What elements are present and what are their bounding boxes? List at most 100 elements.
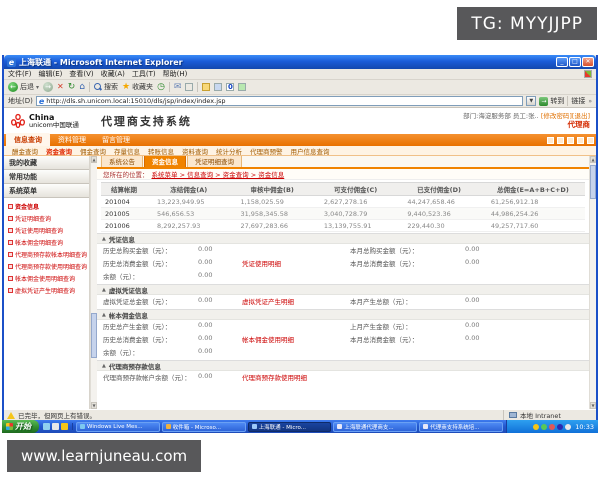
submenu-item[interactable]: 转账信息 xyxy=(148,146,174,156)
home-button[interactable]: ⌂ xyxy=(79,82,85,92)
voucher-usage-detail-link[interactable]: 凭证使用明细 xyxy=(242,258,350,268)
app-icon xyxy=(80,424,85,429)
tab-message-manage[interactable]: 留言管理 xyxy=(94,133,138,146)
minimize-button[interactable]: _ xyxy=(556,57,568,67)
user-links[interactable]: [修改密码][退出] xyxy=(541,112,590,120)
stop-button[interactable]: ✕ xyxy=(57,82,64,92)
section-header[interactable]: ▲ 代理商预存款信息 xyxy=(97,360,589,371)
history-button[interactable]: ◷ xyxy=(157,82,165,92)
quick-launch-icon[interactable] xyxy=(52,423,59,430)
nav-icon-button[interactable] xyxy=(577,137,584,144)
close-button[interactable]: ✕ xyxy=(582,57,594,67)
edit-button[interactable] xyxy=(214,83,222,91)
submenu-item[interactable]: 代理商预警 xyxy=(250,146,283,156)
cell-value: 2,627,278.16 xyxy=(314,196,397,208)
sidebar-item-prepaid-usage[interactable]: 代理商预存款使用明细查询 xyxy=(8,260,89,272)
task-agent-doc[interactable]: 上海联通代理商支... xyxy=(333,422,417,432)
submenu-item[interactable]: 佣金查询 xyxy=(80,146,106,156)
scrollbar-track[interactable] xyxy=(590,163,596,402)
page-favicon-icon: e xyxy=(39,97,44,106)
links-label[interactable]: 链接 xyxy=(571,96,585,106)
submenu-item-active[interactable]: 资金查询 xyxy=(46,146,72,156)
address-input[interactable]: e http://dls.sh.unicom.local:15010/dls/j… xyxy=(36,96,523,106)
task-ie-active[interactable]: 上海联通 - Micro... xyxy=(248,422,332,432)
tab-voucher-detail-query[interactable]: 凭证明细查询 xyxy=(187,156,242,167)
scroll-down-icon[interactable]: ▼ xyxy=(590,402,596,409)
page-scrollbar[interactable]: ▲ ▼ xyxy=(589,156,596,409)
forward-button[interactable]: → xyxy=(43,82,53,92)
sidebar-section-system-menu[interactable]: 系统菜单 xyxy=(4,184,89,198)
section-header[interactable]: ▲ 凭证信息 xyxy=(97,233,589,244)
breadcrumb-path[interactable]: 系统菜单 > 信息查询 > 资金查询 > 资金信息 xyxy=(152,169,285,179)
tab-funds-info[interactable]: 资金信息 xyxy=(144,156,186,167)
section-header[interactable]: ▲ 帐本佣金信息 xyxy=(97,309,589,320)
task-training-doc[interactable]: 代理商支持系统培... xyxy=(419,422,503,432)
submenu-item[interactable]: 存量信息 xyxy=(114,146,140,156)
messenger-badge-icon[interactable]: 0 xyxy=(226,83,234,91)
tab-data-manage[interactable]: 资料管理 xyxy=(50,133,94,146)
submenu-item[interactable]: 酬金查询 xyxy=(12,146,38,156)
tray-icon[interactable] xyxy=(541,424,547,430)
task-windows-live[interactable]: Windows Live Mes... xyxy=(76,422,160,432)
sidebar-section-label: 系统菜单 xyxy=(9,186,37,196)
sidebar-item-virtual-voucher[interactable]: 虚拟凭证产生明细查询 xyxy=(8,284,89,296)
scrollbar-thumb[interactable] xyxy=(590,165,596,199)
prepaid-usage-detail-link[interactable]: 代理商预存款使用明细 xyxy=(242,372,350,382)
window-titlebar[interactable]: e 上海联通 - Microsoft Internet Explorer _ □… xyxy=(4,55,596,69)
back-button[interactable]: ← 后退 ▾ xyxy=(8,82,39,92)
mail-button[interactable]: ✉ xyxy=(174,82,182,92)
quick-launch-icon[interactable] xyxy=(61,423,68,430)
maximize-button[interactable]: □ xyxy=(569,57,581,67)
tray-icon[interactable] xyxy=(549,424,555,430)
nav-icon-button[interactable] xyxy=(587,137,594,144)
quick-launch-icon[interactable] xyxy=(43,423,50,430)
messenger-button[interactable] xyxy=(238,83,246,91)
address-dropdown-button[interactable]: ▼ xyxy=(526,96,536,106)
search-button[interactable]: 搜索 xyxy=(94,82,118,92)
ledger-usage-detail-link[interactable]: 帐本佣金使用明细 xyxy=(242,334,350,344)
task-inbox[interactable]: 收件箱 - Microso... xyxy=(162,422,246,432)
menu-favorites[interactable]: 收藏(A) xyxy=(101,69,125,79)
submenu-item[interactable]: 用户信息查询 xyxy=(291,146,330,156)
submenu-item[interactable]: 资料查询 xyxy=(182,146,208,156)
sidebar-scrollbar[interactable]: ▲ ▼ xyxy=(90,156,97,409)
menu-view[interactable]: 查看(V) xyxy=(69,69,93,79)
folders-button[interactable] xyxy=(202,83,210,91)
back-dropdown-icon[interactable]: ▾ xyxy=(36,84,39,91)
sidebar-item-prepaid-ledger[interactable]: 代理商预存款帐本明细查询 xyxy=(8,248,89,260)
sidebar-item-voucher-usage[interactable]: 凭证使用明细查询 xyxy=(8,224,89,236)
tab-info-query[interactable]: 信息查询 xyxy=(6,133,50,146)
sidebar-section-favorites[interactable]: 我的收藏 xyxy=(4,156,89,170)
tab-system-notice[interactable]: 系统公告 xyxy=(101,156,143,167)
nav-icon-button[interactable] xyxy=(547,137,554,144)
sidebar-item-ledger-usage[interactable]: 帐本佣金使用明细查询 xyxy=(8,272,89,284)
nav-icon-button[interactable] xyxy=(567,137,574,144)
menu-file[interactable]: 文件(F) xyxy=(8,69,32,79)
scrollbar-thumb[interactable] xyxy=(91,313,97,358)
menu-bullet-icon xyxy=(8,204,13,209)
refresh-button[interactable]: ↻ xyxy=(68,82,76,92)
sidebar-item-voucher-detail[interactable]: 凭证明细查询 xyxy=(8,212,89,224)
section-header[interactable]: ▲ 虚拟凭证信息 xyxy=(97,284,589,295)
menu-edit[interactable]: 编辑(E) xyxy=(39,69,63,79)
menu-tools[interactable]: 工具(T) xyxy=(132,69,156,79)
sidebar-section-common[interactable]: 常用功能 xyxy=(4,170,89,184)
print-button[interactable] xyxy=(185,83,193,91)
scroll-up-icon[interactable]: ▲ xyxy=(590,156,596,163)
virtual-voucher-detail-link[interactable]: 虚拟凭证产生明细 xyxy=(242,296,350,306)
scrollbar-track[interactable] xyxy=(91,163,97,402)
sidebar-item-ledger-commission[interactable]: 帐本佣金明细查询 xyxy=(8,236,89,248)
tray-icon[interactable] xyxy=(533,424,539,430)
table-row: 201005 546,656.53 31,958,345.58 3,040,72… xyxy=(101,208,585,220)
links-chevron-icon[interactable]: » xyxy=(588,98,592,105)
nav-icon-button[interactable] xyxy=(557,137,564,144)
go-button[interactable]: → 转到 xyxy=(539,96,564,106)
cell-value: 8,292,257.93 xyxy=(147,220,230,232)
start-button[interactable]: 开始 xyxy=(2,420,39,433)
submenu-item[interactable]: 统计分析 xyxy=(216,146,242,156)
favorites-button[interactable]: ★ 收藏夹 xyxy=(122,82,153,92)
menu-help[interactable]: 帮助(H) xyxy=(163,69,188,79)
sidebar-item-funds-info[interactable]: 资金信息 xyxy=(8,200,89,212)
tray-icon[interactable] xyxy=(565,424,571,430)
tray-icon[interactable] xyxy=(557,424,563,430)
